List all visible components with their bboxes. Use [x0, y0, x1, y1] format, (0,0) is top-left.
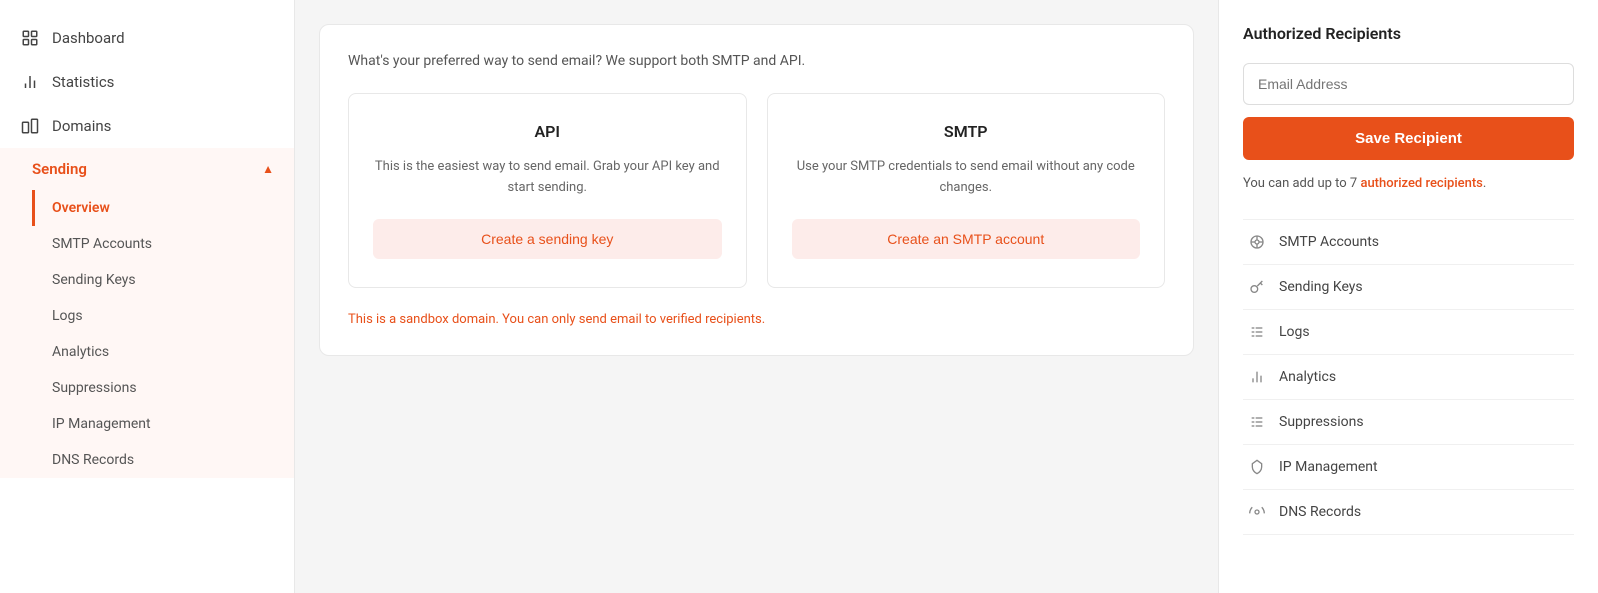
right-panel: Authorized Recipients Save Recipient You…: [1218, 0, 1598, 593]
sidebar-item-statistics[interactable]: Statistics: [0, 60, 294, 104]
smtp-title: SMTP: [792, 122, 1141, 141]
recipient-note: You can add up to 7 authorized recipient…: [1243, 176, 1574, 191]
logs-icon: [1247, 324, 1267, 340]
api-title: API: [373, 122, 722, 141]
key-icon: [1247, 279, 1267, 295]
panel-label-ip-management: IP Management: [1279, 459, 1378, 475]
sidebar-label-dashboard: Dashboard: [52, 29, 125, 47]
sidebar-label-ip-management: IP Management: [52, 416, 151, 432]
statistics-icon: [20, 72, 40, 92]
sidebar-item-overview[interactable]: Overview: [0, 190, 294, 226]
sidebar-label-suppressions: Suppressions: [52, 380, 137, 396]
panel-label-logs: Logs: [1279, 324, 1310, 340]
panel-nav-dns-records[interactable]: DNS Records: [1243, 490, 1574, 535]
smtp-option-card: SMTP Use your SMTP credentials to send e…: [767, 93, 1166, 288]
panel-label-suppressions: Suppressions: [1279, 414, 1364, 430]
create-smtp-account-button[interactable]: Create an SMTP account: [792, 219, 1141, 259]
card-subtitle: What's your preferred way to send email?…: [348, 53, 1165, 69]
sidebar-label-dns-records: DNS Records: [52, 452, 134, 468]
sidebar-label-sending: Sending: [32, 160, 87, 178]
sidebar-label-statistics: Statistics: [52, 73, 114, 91]
sidebar-item-dashboard[interactable]: Dashboard: [0, 16, 294, 60]
panel-label-smtp-accounts: SMTP Accounts: [1279, 234, 1379, 250]
save-recipient-button[interactable]: Save Recipient: [1243, 117, 1574, 160]
analytics-icon: [1247, 369, 1267, 385]
panel-nav-analytics[interactable]: Analytics: [1243, 355, 1574, 400]
smtp-description: Use your SMTP credentials to send email …: [792, 157, 1141, 199]
authorized-recipients-link[interactable]: authorized recipients: [1360, 176, 1482, 191]
panel-nav-suppressions[interactable]: Suppressions: [1243, 400, 1574, 445]
sidebar-label-overview: Overview: [52, 200, 110, 216]
sidebar-item-logs[interactable]: Logs: [0, 298, 294, 334]
panel-label-dns-records: DNS Records: [1279, 504, 1361, 520]
sidebar-item-sending[interactable]: Sending ▲: [0, 148, 294, 190]
sandbox-notice: This is a sandbox domain. You can only s…: [348, 312, 1165, 327]
panel-nav-sending-keys[interactable]: Sending Keys: [1243, 265, 1574, 310]
sidebar-label-logs: Logs: [52, 308, 83, 324]
ip-management-icon: [1247, 459, 1267, 475]
smtp-accounts-icon: [1247, 234, 1267, 250]
sidebar-item-sending-keys[interactable]: Sending Keys: [0, 262, 294, 298]
sidebar-item-analytics[interactable]: Analytics: [0, 334, 294, 370]
sidebar-label-domains: Domains: [52, 117, 111, 135]
panel-label-sending-keys: Sending Keys: [1279, 279, 1363, 295]
panel-label-analytics: Analytics: [1279, 369, 1336, 385]
send-options-card: What's your preferred way to send email?…: [319, 24, 1194, 356]
main-content: What's your preferred way to send email?…: [295, 0, 1218, 593]
sidebar-label-analytics: Analytics: [52, 344, 109, 360]
create-sending-key-button[interactable]: Create a sending key: [373, 219, 722, 259]
sidebar-label-smtp-accounts: SMTP Accounts: [52, 236, 152, 252]
panel-nav-logs[interactable]: Logs: [1243, 310, 1574, 355]
sidebar-item-smtp-accounts[interactable]: SMTP Accounts: [0, 226, 294, 262]
sending-section: Sending ▲ Overview SMTP Accounts Sending…: [0, 148, 294, 478]
chevron-up-icon: ▲: [262, 162, 274, 176]
sidebar-label-sending-keys: Sending Keys: [52, 272, 136, 288]
panel-title: Authorized Recipients: [1243, 24, 1574, 43]
domains-icon: [20, 116, 40, 136]
api-option-card: API This is the easiest way to send emai…: [348, 93, 747, 288]
sidebar-item-ip-management[interactable]: IP Management: [0, 406, 294, 442]
api-description: This is the easiest way to send email. G…: [373, 157, 722, 199]
sidebar: Dashboard Statistics Domains: [0, 0, 295, 593]
panel-nav-smtp-accounts[interactable]: SMTP Accounts: [1243, 220, 1574, 265]
suppressions-icon: [1247, 414, 1267, 430]
sending-sub-items: Overview SMTP Accounts Sending Keys Logs…: [0, 190, 294, 478]
sidebar-item-domains[interactable]: Domains: [0, 104, 294, 148]
sidebar-item-suppressions[interactable]: Suppressions: [0, 370, 294, 406]
panel-nav-ip-management[interactable]: IP Management: [1243, 445, 1574, 490]
dns-records-icon: [1247, 504, 1267, 520]
send-options: API This is the easiest way to send emai…: [348, 93, 1165, 288]
dashboard-icon: [20, 28, 40, 48]
sidebar-item-dns-records[interactable]: DNS Records: [0, 442, 294, 478]
email-input[interactable]: [1243, 63, 1574, 105]
